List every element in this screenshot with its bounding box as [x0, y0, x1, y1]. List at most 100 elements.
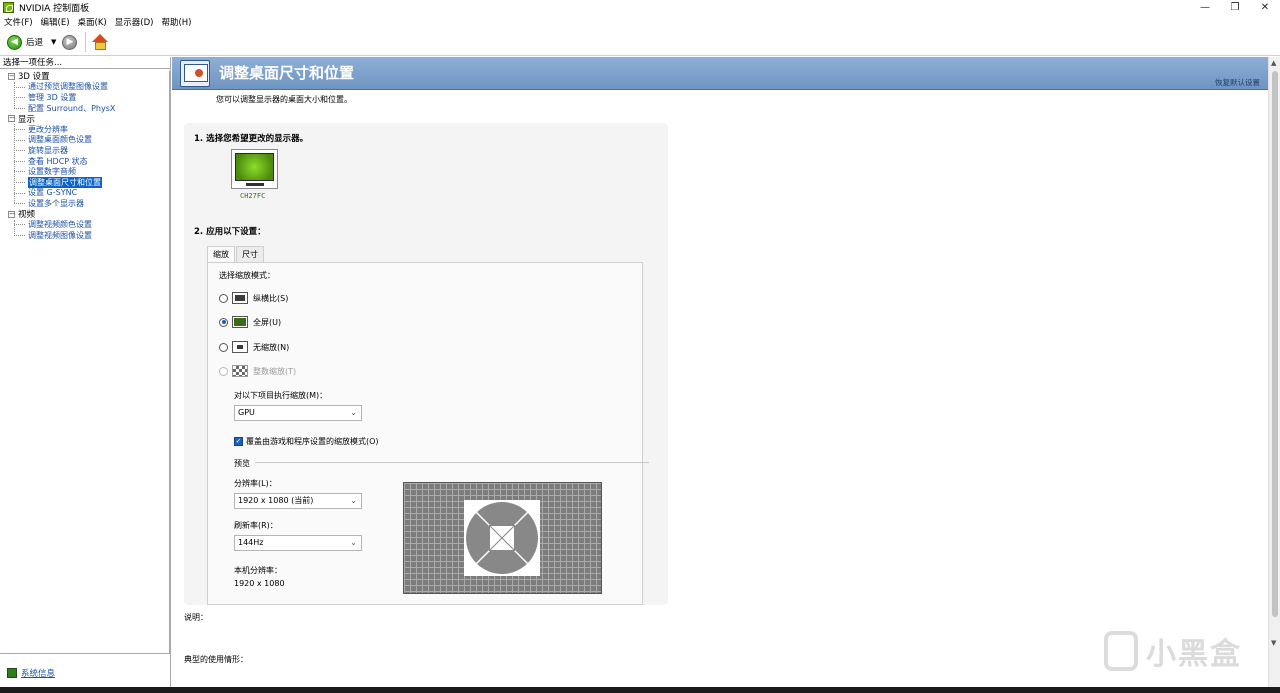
back-arrow-icon: ◀	[7, 34, 22, 50]
full-screen-icon	[232, 316, 248, 328]
tree-item-hdcp-status[interactable]: 查看 HDCP 状态	[0, 156, 169, 167]
resolution-label: 分辨率(L)：	[234, 479, 277, 488]
desktop-size-icon	[180, 60, 210, 87]
page-description: 您可以调整显示器的桌面大小和位置。	[216, 95, 352, 104]
integer-scaling-icon	[232, 365, 248, 377]
system-info-icon	[7, 668, 17, 678]
step1-title: 1. 选择您希望更改的显示器。	[194, 134, 309, 144]
forward-arrow-icon[interactable]: ▶	[62, 34, 78, 50]
resolution-select[interactable]: 1920 x 1080 (当前) ⌄	[234, 493, 362, 509]
watermark-logo-icon	[1104, 631, 1138, 671]
menu-edit[interactable]: 编辑(E)	[41, 16, 70, 28]
vertical-scrollbar[interactable]: ▲ ▼	[1268, 57, 1280, 687]
menu-file[interactable]: 文件(F)	[4, 16, 33, 28]
mode-full-screen[interactable]: 全屏(U)	[219, 316, 281, 328]
mode-aspect-ratio[interactable]: 纵横比(S)	[219, 292, 288, 304]
tree-category-display[interactable]: − 显示	[0, 113, 169, 125]
history-dropdown-icon[interactable]: ▼	[51, 38, 56, 46]
scroll-thumb[interactable]	[1272, 71, 1278, 617]
refresh-rate-select[interactable]: 144Hz ⌄	[234, 535, 362, 551]
perform-scaling-on-label: 对以下项目执行缩放(M)：	[234, 391, 328, 400]
integer-scaling-radio	[219, 366, 228, 376]
settings-panel: 1. 选择您希望更改的显示器。 CH27FC 2. 应用以下设置： 缩放 尺寸 …	[184, 123, 668, 605]
menu-bar: 文件(F) 编辑(E) 桌面(K) 显示器(D) 帮助(H)	[0, 15, 1280, 29]
override-scaling-checkbox[interactable]: ✓	[234, 437, 243, 446]
collapse-icon[interactable]: −	[8, 115, 15, 123]
restore-defaults-link[interactable]: 恢复默认设置	[1215, 77, 1260, 88]
collapse-icon[interactable]: −	[8, 72, 15, 80]
task-pane: 选择一项任务... − 3D 设置 通过预览调整图像设置 管理 3D 设置 配置…	[0, 57, 171, 687]
tree-item-desktop-color[interactable]: 调整桌面颜色设置	[0, 135, 169, 146]
tree-item-manage-3d-settings[interactable]: 管理 3D 设置	[0, 92, 169, 103]
restore-button[interactable]: ❐	[1220, 0, 1250, 15]
menu-display[interactable]: 显示器(D)	[115, 16, 154, 28]
task-pane-header: 选择一项任务...	[0, 57, 170, 69]
tree-item-preview-image-settings[interactable]: 通过预览调整图像设置	[0, 82, 169, 93]
no-scaling-radio[interactable]	[219, 342, 228, 352]
watermark-text: 小黑盒	[1146, 637, 1242, 672]
aspect-ratio-radio[interactable]	[219, 293, 228, 303]
tab-bar: 缩放 尺寸	[207, 246, 265, 263]
tab-scaling[interactable]: 缩放	[207, 246, 235, 263]
tree-item-desktop-size-position[interactable]: 调整桌面尺寸和位置	[0, 176, 169, 188]
tab-size[interactable]: 尺寸	[236, 246, 264, 262]
system-info[interactable]: 系统信息	[7, 667, 55, 679]
watermark: 小黑盒	[1104, 629, 1242, 673]
typical-usage-label: 典型的使用情形：	[184, 655, 248, 664]
title-bar: NVIDIA 控制面板 — ❐ ✕	[0, 0, 1280, 15]
explanation-label: 说明：	[184, 613, 208, 622]
native-resolution-value: 1920 x 1080	[234, 579, 285, 588]
step2-title: 2. 应用以下设置：	[194, 227, 266, 237]
minimize-button[interactable]: —	[1190, 0, 1220, 15]
tree-item-change-resolution[interactable]: 更改分辨率	[0, 124, 169, 135]
tree-group-video: − 视频 调整视频颜色设置 调整视频图像设置	[0, 209, 169, 241]
window-title: NVIDIA 控制面板	[19, 4, 90, 14]
mode-no-scaling[interactable]: 无缩放(N)	[219, 341, 289, 353]
taskbar-strip	[0, 687, 1280, 693]
system-info-link[interactable]: 系统信息	[21, 667, 55, 679]
scaling-preview	[403, 482, 602, 594]
preview-inner-diagonals	[489, 525, 515, 551]
task-tree: − 3D 设置 通过预览调整图像设置 管理 3D 设置 配置 Surround、…	[0, 71, 170, 654]
tree-group-3d: − 3D 设置 通过预览调整图像设置 管理 3D 设置 配置 Surround、…	[0, 71, 169, 113]
content-pane: 调整桌面尺寸和位置 恢复默认设置 您可以调整显示器的桌面大小和位置。 1. 选择…	[172, 57, 1280, 687]
native-resolution-label: 本机分辨率：	[234, 566, 282, 575]
page-title: 调整桌面尺寸和位置	[219, 64, 355, 82]
refresh-rate-label: 刷新率(R)：	[234, 521, 278, 530]
tree-group-display: − 显示 更改分辨率 调整桌面颜色设置 旋转显示器 查看 HDCP 状态 设置数…	[0, 113, 169, 208]
perform-scaling-on-select[interactable]: GPU ⌄	[234, 405, 362, 421]
override-scaling-option[interactable]: ✓ 覆盖由游戏和程序设置的缩放模式(O)	[234, 436, 379, 447]
tree-item-video-color[interactable]: 调整视频颜色设置	[0, 219, 169, 230]
monitor-name: CH27FC	[240, 192, 266, 200]
menu-help[interactable]: 帮助(H)	[161, 16, 191, 28]
full-screen-radio[interactable]	[219, 317, 228, 327]
chevron-down-icon: ⌄	[350, 496, 357, 505]
back-button[interactable]: ◀ 后退	[7, 34, 44, 50]
chevron-down-icon: ⌄	[350, 538, 357, 547]
tree-item-video-image[interactable]: 调整视频图像设置	[0, 230, 169, 241]
preview-divider	[255, 462, 649, 463]
tree-item-digital-audio[interactable]: 设置数字音频	[0, 166, 169, 177]
aspect-ratio-icon	[232, 292, 248, 304]
monitor-tile[interactable]	[231, 149, 278, 189]
home-icon[interactable]	[92, 33, 109, 51]
tree-category-video[interactable]: − 视频	[0, 209, 169, 220]
mode-integer-scaling: 整数缩放(T)	[219, 365, 296, 377]
scroll-down-icon[interactable]: ▼	[1271, 639, 1276, 647]
scroll-up-icon[interactable]: ▲	[1271, 59, 1276, 67]
tree-category-3d-settings[interactable]: − 3D 设置	[0, 71, 169, 82]
tree-item-rotate-display[interactable]: 旋转显示器	[0, 145, 169, 156]
toolbar-separator	[85, 32, 87, 52]
menu-desktop[interactable]: 桌面(K)	[78, 16, 107, 28]
collapse-icon[interactable]: −	[8, 210, 15, 218]
chevron-down-icon: ⌄	[350, 408, 357, 417]
scaling-mode-label: 选择缩放模式：	[219, 271, 275, 280]
back-label: 后退	[26, 38, 44, 48]
close-button[interactable]: ✕	[1250, 0, 1280, 15]
preview-label: 预览	[234, 459, 250, 468]
no-scaling-icon	[232, 341, 248, 353]
monitor-screen-icon	[235, 153, 274, 181]
tree-item-gsync[interactable]: 设置 G-SYNC	[0, 188, 169, 199]
page-banner: 调整桌面尺寸和位置 恢复默认设置	[172, 57, 1268, 90]
nvidia-logo-icon	[3, 2, 14, 13]
